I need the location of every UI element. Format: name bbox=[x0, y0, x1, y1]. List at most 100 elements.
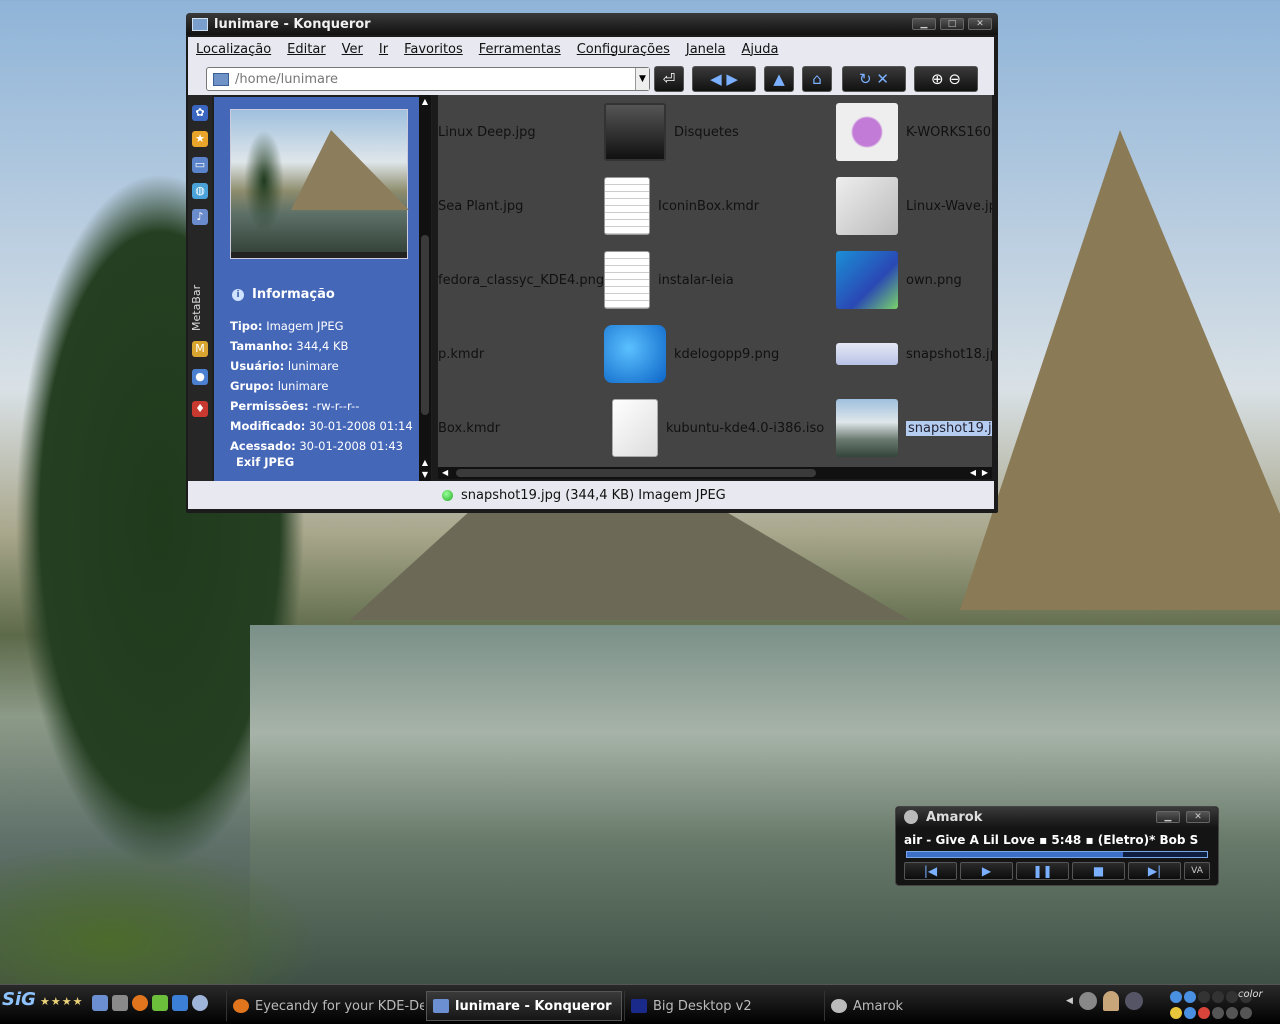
chevron-down-icon[interactable]: ▼ bbox=[635, 68, 649, 90]
file-item[interactable]: Sea Plant.jpg bbox=[438, 199, 523, 214]
next-button[interactable]: ▶| bbox=[1128, 862, 1181, 880]
close-button[interactable]: ✕ bbox=[968, 18, 992, 30]
track-progress-slider[interactable] bbox=[906, 851, 1208, 858]
up-button[interactable]: ▲ bbox=[764, 66, 794, 92]
menu-editar[interactable]: Editar bbox=[287, 42, 326, 57]
quick-launch bbox=[92, 995, 208, 1011]
clock-icon[interactable] bbox=[1078, 992, 1097, 1010]
file-item-selected[interactable]: snapshot19.jpg bbox=[836, 399, 992, 457]
terminal-icon[interactable] bbox=[112, 995, 128, 1011]
file-item[interactable]: Disquetes bbox=[604, 103, 739, 161]
network-icon[interactable] bbox=[1124, 992, 1143, 1010]
konqueror-window: lunimare - Konqueror ▁ □ ✕ Localização E… bbox=[186, 13, 998, 513]
file-icon-view: Linux Deep.jpg Sea Plant.jpg fedora_clas… bbox=[438, 95, 992, 467]
desktop-dot[interactable] bbox=[1240, 1007, 1252, 1019]
network-icon[interactable]: ◍ bbox=[192, 183, 208, 199]
pin-icon[interactable]: ♦ bbox=[192, 401, 208, 417]
menu-ver[interactable]: Ver bbox=[342, 42, 363, 57]
tray-arrow-icon[interactable]: ◀ bbox=[1066, 996, 1073, 1006]
metabar-icon[interactable]: M bbox=[192, 341, 208, 357]
user-icon[interactable] bbox=[1102, 991, 1119, 1011]
zoom-buttons[interactable]: ⊕ ⊖ bbox=[914, 66, 978, 92]
close-button[interactable]: ✕ bbox=[1186, 811, 1210, 823]
desktop-dot[interactable] bbox=[1198, 1007, 1210, 1019]
file-item[interactable]: snapshot18.jpg bbox=[836, 325, 992, 383]
sidebar-scrollbar[interactable]: ▲ ▲ ▼ bbox=[419, 95, 431, 481]
desktop-dot[interactable] bbox=[1170, 1007, 1182, 1019]
file-manager-icon[interactable] bbox=[92, 995, 108, 1011]
image-thumbnail bbox=[836, 399, 898, 457]
menu-configuracoes[interactable]: Configurações bbox=[577, 42, 670, 57]
file-item[interactable]: IconinBox.kmdr bbox=[604, 177, 759, 235]
maximize-button[interactable]: □ bbox=[940, 18, 964, 30]
taskbar: SiG ★★★★ Eyecandy for your KDE-Des lunim… bbox=[0, 984, 1280, 1024]
minimize-button[interactable]: ▁ bbox=[1156, 811, 1180, 823]
application-icon[interactable] bbox=[152, 995, 168, 1011]
minimize-button[interactable]: ▁ bbox=[912, 18, 936, 30]
bookmarks-icon[interactable]: ★ bbox=[192, 131, 208, 147]
file-view-scrollbar[interactable]: ◀ ◀ ▶ bbox=[438, 467, 992, 479]
file-item[interactable]: Box.kmdr bbox=[438, 421, 500, 436]
sidebar-tab-metabar[interactable]: MetaBar bbox=[190, 281, 210, 335]
folder-icon bbox=[192, 17, 208, 31]
desktop-dot[interactable] bbox=[1198, 991, 1210, 1003]
file-item[interactable]: kubuntu-kde4.0-i386.iso bbox=[604, 399, 824, 457]
stop-button[interactable]: ■ bbox=[1072, 862, 1125, 880]
desktop-dot[interactable] bbox=[1184, 1007, 1196, 1019]
desktop-dot[interactable] bbox=[1226, 1007, 1238, 1019]
image-thumbnail bbox=[836, 343, 898, 365]
file-item[interactable]: Linux Deep.jpg bbox=[438, 125, 536, 140]
menu-localizacao[interactable]: Localização bbox=[196, 42, 271, 57]
task-amarok[interactable]: Amarok bbox=[824, 991, 1024, 1021]
back-forward-button[interactable]: ◀ ▶ bbox=[692, 66, 756, 92]
go-button[interactable]: ⏎ bbox=[654, 66, 684, 92]
desktop-dot[interactable] bbox=[1212, 1007, 1224, 1019]
location-bar[interactable]: /home/lunimare ▼ bbox=[206, 67, 650, 91]
file-item[interactable]: instalar-leia bbox=[604, 251, 734, 309]
settings-icon[interactable] bbox=[192, 995, 208, 1011]
task-big-desktop[interactable]: Big Desktop v2 bbox=[624, 991, 822, 1021]
prop-row: Permissões: -rw-r--r-- bbox=[230, 399, 360, 413]
previous-button[interactable]: |◀ bbox=[904, 862, 957, 880]
amarok-titlebar[interactable]: Amarok ▁ ✕ bbox=[896, 807, 1218, 827]
home-button[interactable]: ⌂ bbox=[802, 66, 832, 92]
file-item[interactable]: own.png bbox=[836, 251, 962, 309]
file-item[interactable]: p.kmdr bbox=[438, 347, 484, 362]
task-konqueror[interactable]: lunimare - Konqueror bbox=[426, 991, 622, 1021]
file-item[interactable]: Linux-Wave.jpg bbox=[836, 177, 992, 235]
menu-ir[interactable]: Ir bbox=[379, 42, 388, 57]
file-item[interactable]: K-WORKS1600 bbox=[836, 103, 992, 161]
desktop-dot[interactable] bbox=[1226, 991, 1238, 1003]
computer-icon[interactable]: ▭ bbox=[192, 157, 208, 173]
exif-link[interactable]: Exif JPEG bbox=[236, 455, 294, 469]
desktop-dot[interactable] bbox=[1212, 991, 1224, 1003]
task-firefox[interactable]: Eyecandy for your KDE-Des bbox=[226, 991, 424, 1021]
menu-ajuda[interactable]: Ajuda bbox=[741, 42, 778, 57]
volume-button[interactable]: VA bbox=[1184, 862, 1210, 880]
menu-favoritos[interactable]: Favoritos bbox=[404, 42, 463, 57]
prop-row: Usuário: lunimare bbox=[230, 359, 339, 373]
globe-icon[interactable]: ● bbox=[192, 369, 208, 385]
play-button[interactable]: ▶ bbox=[960, 862, 1013, 880]
firefox-icon[interactable] bbox=[132, 995, 148, 1011]
amarok-window: Amarok ▁ ✕ air - Give A Lil Love ▪ 5:48 … bbox=[895, 806, 1219, 886]
kde-logo-icon bbox=[604, 325, 666, 383]
file-item[interactable]: kdelogopp9.png bbox=[604, 325, 779, 383]
status-text: snapshot19.jpg (344,4 KB) Imagem JPEG bbox=[461, 487, 726, 503]
paw-icon[interactable]: ✿ bbox=[192, 105, 208, 121]
pause-button[interactable]: ❚❚ bbox=[1016, 862, 1069, 880]
image-thumbnail bbox=[836, 103, 898, 161]
reload-stop-button[interactable]: ↻ ✕ bbox=[842, 66, 906, 92]
menu-ferramentas[interactable]: Ferramentas bbox=[479, 42, 561, 57]
kde-menu-button[interactable]: SiG bbox=[2, 989, 36, 1019]
menu-janela[interactable]: Janela bbox=[686, 42, 726, 57]
desktop-dot[interactable] bbox=[1170, 991, 1182, 1003]
konqueror-titlebar[interactable]: lunimare - Konqueror ▁ □ ✕ bbox=[186, 13, 998, 35]
file-item[interactable]: fedora_classyc_KDE4.png bbox=[438, 273, 604, 288]
desktop-dot[interactable] bbox=[1184, 991, 1196, 1003]
media-icon[interactable]: ♪ bbox=[192, 209, 208, 225]
location-input[interactable]: /home/lunimare bbox=[235, 72, 635, 87]
application-icon[interactable] bbox=[172, 995, 188, 1011]
color-label: color bbox=[1238, 989, 1263, 1000]
info-icon: i bbox=[232, 288, 244, 301]
